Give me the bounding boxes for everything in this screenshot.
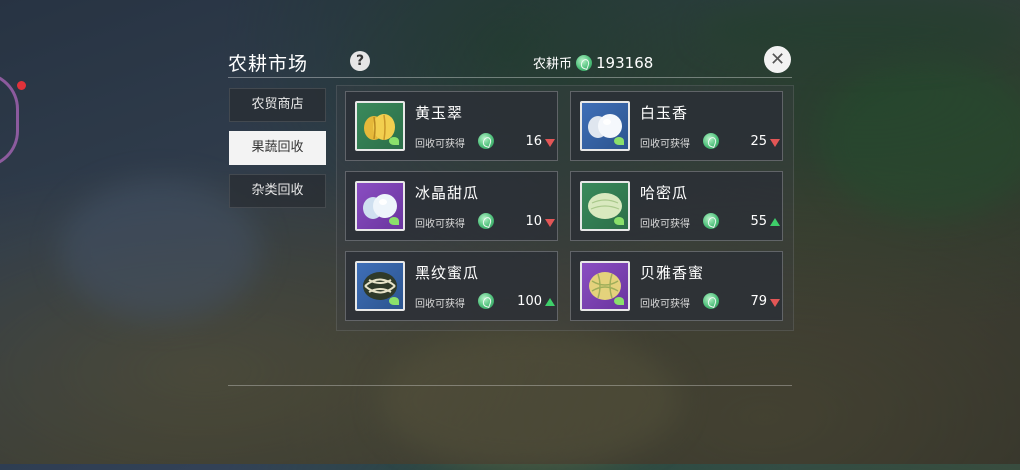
item-price: 55	[750, 214, 767, 229]
item-price: 10	[525, 214, 542, 229]
item-price: 16	[525, 134, 542, 149]
category-tabs: 农贸商店 果蔬回收 杂类回收	[229, 88, 326, 217]
trend-down-icon	[545, 139, 555, 147]
item-card[interactable]: 黑纹蜜瓜回收可获得 100	[345, 251, 558, 321]
coin-icon	[703, 133, 719, 149]
item-card[interactable]: 贝雅香蜜回收可获得 79	[570, 251, 783, 321]
tab-misc-recycle[interactable]: 杂类回收	[229, 174, 326, 208]
page-title: 农耕市场	[228, 53, 309, 75]
notification-dot	[17, 81, 26, 90]
trend-down-icon	[545, 219, 555, 227]
currency-label: 农耕币	[533, 57, 573, 72]
recycle-label: 回收可获得	[640, 139, 690, 150]
market-header: 农耕市场 ? 农耕币 193168 ✕	[228, 46, 792, 78]
striped-melon-icon	[355, 261, 405, 311]
item-card[interactable]: 冰晶甜瓜回收可获得 10	[345, 171, 558, 241]
yellow-melon-icon	[355, 101, 405, 151]
recycle-label: 回收可获得	[415, 219, 465, 230]
currency-amount: 193168	[596, 53, 654, 72]
seedling-icon	[614, 137, 624, 145]
coin-icon	[478, 213, 494, 229]
item-price: 100	[517, 294, 542, 309]
recycle-label: 回收可获得	[640, 219, 690, 230]
recycle-label: 回收可获得	[415, 299, 465, 310]
trend-up-icon	[545, 298, 555, 306]
seedling-icon	[389, 217, 399, 225]
item-card[interactable]: 白玉香回收可获得 25	[570, 91, 783, 161]
help-button[interactable]: ?	[350, 51, 370, 71]
white-melon-icon	[580, 101, 630, 151]
trend-down-icon	[770, 299, 780, 307]
item-name: 白玉香	[640, 104, 689, 122]
item-price: 25	[750, 134, 767, 149]
item-name: 冰晶甜瓜	[415, 184, 480, 202]
item-name: 贝雅香蜜	[640, 264, 705, 282]
recycle-label: 回收可获得	[640, 299, 690, 310]
coin-icon	[703, 293, 719, 309]
hami-melon-icon	[580, 181, 630, 231]
item-name: 黑纹蜜瓜	[415, 264, 480, 282]
item-card[interactable]: 黄玉翠回收可获得 16	[345, 91, 558, 161]
trend-down-icon	[770, 139, 780, 147]
item-name: 哈密瓜	[640, 184, 689, 202]
item-price: 79	[750, 294, 767, 309]
coin-icon	[576, 54, 593, 71]
footer-divider	[228, 385, 792, 386]
close-button[interactable]: ✕	[764, 46, 791, 73]
tab-produce-recycle[interactable]: 果蔬回收	[229, 131, 326, 165]
item-name: 黄玉翠	[415, 104, 464, 122]
trend-up-icon	[770, 218, 780, 226]
seedling-icon	[614, 297, 624, 305]
seedling-icon	[614, 217, 624, 225]
netted-melon-icon	[580, 261, 630, 311]
currency-display: 农耕币 193168	[533, 53, 654, 73]
recycle-label: 回收可获得	[415, 139, 465, 150]
seedling-icon	[389, 297, 399, 305]
tab-farm-shop[interactable]: 农贸商店	[229, 88, 326, 122]
seedling-icon	[389, 137, 399, 145]
coin-icon	[478, 133, 494, 149]
coin-icon	[703, 213, 719, 229]
coin-icon	[478, 293, 494, 309]
ice-melon-icon	[355, 181, 405, 231]
item-card[interactable]: 哈密瓜回收可获得 55	[570, 171, 783, 241]
